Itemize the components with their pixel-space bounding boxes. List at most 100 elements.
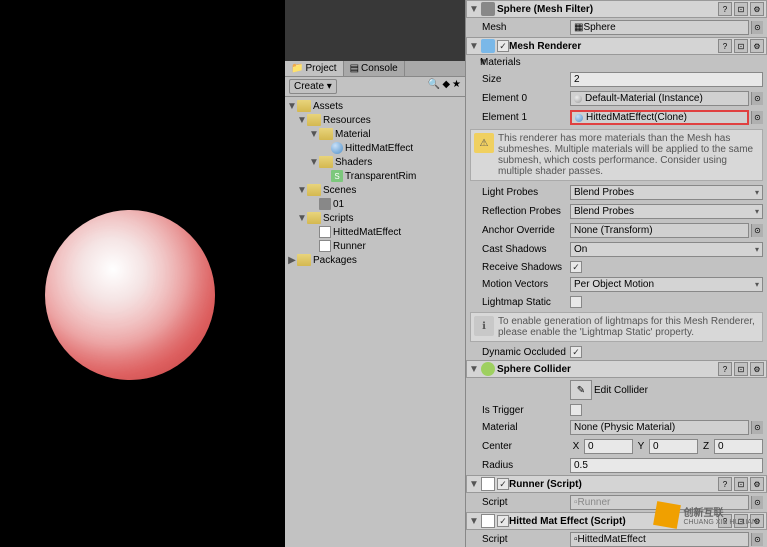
preset-icon[interactable]: ⊡ bbox=[734, 362, 748, 376]
star-icon[interactable]: ★ bbox=[452, 79, 461, 94]
script-icon bbox=[319, 226, 331, 238]
search-icon[interactable]: 🔍 bbox=[428, 79, 440, 94]
script-icon bbox=[481, 514, 495, 528]
mesh-row: Mesh ▦ Sphere⊙ bbox=[466, 18, 767, 37]
hitted-script-field[interactable]: ▫ HittedMatEffect bbox=[570, 532, 749, 547]
enable-checkbox[interactable] bbox=[497, 40, 509, 52]
component-title: Mesh Renderer bbox=[509, 41, 718, 52]
fold-icon[interactable]: ▼ bbox=[469, 516, 479, 527]
object-picker-icon[interactable]: ⊙ bbox=[751, 421, 763, 434]
object-picker-icon[interactable]: ⊙ bbox=[751, 496, 763, 509]
tab-project[interactable]: 📁Project bbox=[285, 61, 344, 76]
sphere-collider-header[interactable]: ▼ Sphere Collider ?⊡⚙ bbox=[466, 360, 767, 378]
element0-field[interactable]: Default-Material (Instance) bbox=[570, 91, 749, 106]
preset-icon[interactable]: ⊡ bbox=[734, 2, 748, 16]
filter-icon[interactable]: ◆ bbox=[442, 79, 450, 94]
tree-scene-01[interactable]: 01 bbox=[285, 197, 465, 211]
object-picker-icon[interactable]: ⊙ bbox=[751, 92, 763, 105]
reflection-probes-dropdown[interactable]: Blend Probes bbox=[570, 204, 763, 219]
runner-header[interactable]: ▼ Runner (Script) ?⊡⚙ bbox=[466, 475, 767, 493]
fold-icon[interactable]: ▼ bbox=[470, 57, 480, 68]
object-picker-icon[interactable]: ⊙ bbox=[751, 533, 763, 546]
receive-shadows-checkbox[interactable] bbox=[570, 261, 582, 273]
radius-field[interactable]: 0.5 bbox=[570, 458, 763, 473]
gear-icon[interactable]: ⚙ bbox=[750, 362, 764, 376]
component-title: Sphere Collider bbox=[497, 364, 718, 375]
tree-hitted-mat[interactable]: HittedMatEffect bbox=[285, 141, 465, 155]
scene-viewport[interactable] bbox=[0, 0, 285, 547]
collider-icon bbox=[481, 362, 495, 376]
tab-console[interactable]: ▤Console bbox=[344, 61, 405, 76]
element1-field[interactable]: HittedMatEffect(Clone) bbox=[570, 110, 749, 125]
object-picker-icon[interactable]: ⊙ bbox=[751, 111, 763, 124]
element0-row: Element 0 Default-Material (Instance)⊙ bbox=[466, 89, 767, 108]
help-icon[interactable]: ? bbox=[718, 39, 732, 53]
tree-script-hitted[interactable]: HittedMatEffect bbox=[285, 225, 465, 239]
tree-material[interactable]: ▼Material bbox=[285, 127, 465, 141]
enable-checkbox[interactable] bbox=[497, 478, 509, 490]
tree-assets[interactable]: ▼Assets bbox=[285, 99, 465, 113]
asset-tree[interactable]: ▼Assets ▼Resources ▼Material HittedMatEf… bbox=[285, 97, 465, 547]
shader-icon: S bbox=[331, 170, 343, 182]
light-probes-dropdown[interactable]: Blend Probes bbox=[570, 185, 763, 200]
physmat-field[interactable]: None (Physic Material) bbox=[570, 420, 749, 435]
lightmap-info-box: ℹ To enable generation of lightmaps for … bbox=[470, 312, 763, 342]
center-x-field[interactable]: 0 bbox=[584, 439, 633, 454]
tree-label: TransparentRim bbox=[345, 171, 416, 182]
tree-scenes[interactable]: ▼Scenes bbox=[285, 183, 465, 197]
folder-icon: 📁 bbox=[291, 63, 303, 74]
cast-shadows-dropdown[interactable]: On bbox=[570, 242, 763, 257]
gear-icon[interactable]: ⚙ bbox=[750, 477, 764, 491]
warning-icon: ⚠ bbox=[474, 133, 494, 153]
is-trigger-checkbox[interactable] bbox=[570, 404, 582, 416]
center-y-field[interactable]: 0 bbox=[649, 439, 698, 454]
mesh-renderer-header[interactable]: ▼ Mesh Renderer ?⊡⚙ bbox=[466, 37, 767, 55]
warning-text: This renderer has more materials than th… bbox=[498, 133, 759, 177]
gear-icon[interactable]: ⚙ bbox=[750, 514, 764, 528]
fold-icon[interactable]: ▼ bbox=[469, 479, 479, 490]
create-button[interactable]: Create ▾ bbox=[289, 79, 337, 94]
tree-shaders[interactable]: ▼Shaders bbox=[285, 155, 465, 169]
fold-icon[interactable]: ▼ bbox=[469, 4, 479, 15]
lightmap-checkbox[interactable] bbox=[570, 296, 582, 308]
help-icon[interactable]: ? bbox=[718, 514, 732, 528]
gear-icon[interactable]: ⚙ bbox=[750, 2, 764, 16]
is-trigger-row: Is Trigger bbox=[466, 402, 767, 418]
center-z-field[interactable]: 0 bbox=[714, 439, 763, 454]
label: Mesh bbox=[470, 22, 570, 33]
preset-icon[interactable]: ⊡ bbox=[734, 514, 748, 528]
edit-collider-button[interactable]: ✎ bbox=[570, 380, 592, 400]
mesh-filter-header[interactable]: ▼ Sphere (Mesh Filter) ?⊡⚙ bbox=[466, 0, 767, 18]
dynamic-occluded-checkbox[interactable] bbox=[570, 346, 582, 358]
object-picker-icon[interactable]: ⊙ bbox=[751, 21, 763, 34]
tree-script-runner[interactable]: Runner bbox=[285, 239, 465, 253]
help-icon[interactable]: ? bbox=[718, 477, 732, 491]
hitted-script-header[interactable]: ▼ Hitted Mat Effect (Script) ?⊡⚙ bbox=[466, 512, 767, 530]
object-picker-icon[interactable]: ⊙ bbox=[751, 224, 763, 237]
size-field[interactable]: 2 bbox=[570, 72, 763, 87]
tree-transparent-rim[interactable]: STransparentRim bbox=[285, 169, 465, 183]
gear-icon[interactable]: ⚙ bbox=[750, 39, 764, 53]
runner-script-field[interactable]: ▫ Runner bbox=[570, 495, 749, 510]
label: Is Trigger bbox=[470, 405, 570, 416]
fold-icon[interactable]: ▼ bbox=[469, 41, 479, 52]
tree-label: HittedMatEffect bbox=[345, 143, 413, 154]
tree-label: 01 bbox=[333, 199, 344, 210]
tree-label: Scripts bbox=[323, 213, 354, 224]
folder-icon bbox=[319, 128, 333, 140]
preset-icon[interactable]: ⊡ bbox=[734, 39, 748, 53]
tree-packages[interactable]: ▶Packages bbox=[285, 253, 465, 267]
hitted-script-row: Script▫ HittedMatEffect⊙ bbox=[466, 530, 767, 547]
mesh-field[interactable]: ▦ Sphere bbox=[570, 20, 749, 35]
material-dot-icon bbox=[574, 95, 582, 103]
tree-label: Packages bbox=[313, 255, 357, 266]
help-icon[interactable]: ? bbox=[718, 2, 732, 16]
help-icon[interactable]: ? bbox=[718, 362, 732, 376]
fold-icon[interactable]: ▼ bbox=[469, 364, 479, 375]
tree-resources[interactable]: ▼Resources bbox=[285, 113, 465, 127]
enable-checkbox[interactable] bbox=[497, 515, 509, 527]
anchor-field[interactable]: None (Transform) bbox=[570, 223, 749, 238]
preset-icon[interactable]: ⊡ bbox=[734, 477, 748, 491]
motion-dropdown[interactable]: Per Object Motion bbox=[570, 277, 763, 292]
tree-scripts[interactable]: ▼Scripts bbox=[285, 211, 465, 225]
